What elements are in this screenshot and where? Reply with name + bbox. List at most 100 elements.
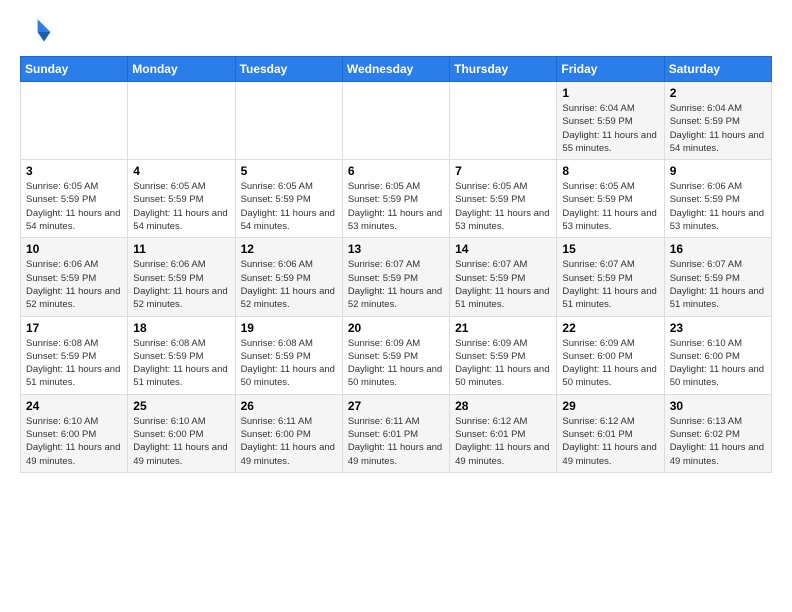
day-info: Sunrise: 6:06 AMSunset: 5:59 PMDaylight:… bbox=[133, 258, 229, 311]
day-number: 20 bbox=[348, 321, 444, 335]
calendar-cell: 29 Sunrise: 6:12 AMSunset: 6:01 PMDayligh… bbox=[557, 394, 664, 472]
calendar-cell: 9 Sunrise: 6:06 AMSunset: 5:59 PMDaylight… bbox=[664, 160, 771, 238]
day-info: Sunrise: 6:08 AMSunset: 5:59 PMDaylight:… bbox=[241, 337, 337, 390]
day-info: Sunrise: 6:07 AMSunset: 5:59 PMDaylight:… bbox=[455, 258, 551, 311]
day-info: Sunrise: 6:06 AMSunset: 5:59 PMDaylight:… bbox=[670, 180, 766, 233]
calendar-cell: 12 Sunrise: 6:06 AMSunset: 5:59 PMDayligh… bbox=[235, 238, 342, 316]
day-info: Sunrise: 6:04 AMSunset: 5:59 PMDaylight:… bbox=[670, 102, 766, 155]
day-number: 2 bbox=[670, 86, 766, 100]
day-info: Sunrise: 6:08 AMSunset: 5:59 PMDaylight:… bbox=[26, 337, 122, 390]
day-info: Sunrise: 6:05 AMSunset: 5:59 PMDaylight:… bbox=[348, 180, 444, 233]
day-number: 19 bbox=[241, 321, 337, 335]
day-number: 22 bbox=[562, 321, 658, 335]
day-info: Sunrise: 6:07 AMSunset: 5:59 PMDaylight:… bbox=[670, 258, 766, 311]
day-number: 30 bbox=[670, 399, 766, 413]
calendar-cell: 3 Sunrise: 6:05 AMSunset: 5:59 PMDaylight… bbox=[21, 160, 128, 238]
day-number: 4 bbox=[133, 164, 229, 178]
day-number: 14 bbox=[455, 242, 551, 256]
calendar-cell bbox=[235, 82, 342, 160]
calendar-table: Sunday Monday Tuesday Wednesday Thursday… bbox=[20, 56, 772, 473]
day-number: 15 bbox=[562, 242, 658, 256]
calendar-cell: 23 Sunrise: 6:10 AMSunset: 6:00 PMDayligh… bbox=[664, 316, 771, 394]
day-number: 25 bbox=[133, 399, 229, 413]
day-info: Sunrise: 6:11 AMSunset: 6:00 PMDaylight:… bbox=[241, 415, 337, 468]
day-info: Sunrise: 6:10 AMSunset: 6:00 PMDaylight:… bbox=[670, 337, 766, 390]
calendar-cell: 25 Sunrise: 6:10 AMSunset: 6:00 PMDayligh… bbox=[128, 394, 235, 472]
calendar-cell: 4 Sunrise: 6:05 AMSunset: 5:59 PMDaylight… bbox=[128, 160, 235, 238]
calendar-cell: 11Sunrise: 6:06 AMSunset: 5:59 PMDayligh… bbox=[128, 238, 235, 316]
calendar-cell: 21 Sunrise: 6:09 AMSunset: 5:59 PMDayligh… bbox=[450, 316, 557, 394]
calendar-cell: 2 Sunrise: 6:04 AMSunset: 5:59 PMDaylight… bbox=[664, 82, 771, 160]
day-number: 5 bbox=[241, 164, 337, 178]
calendar-week-5: 24 Sunrise: 6:10 AMSunset: 6:00 PMDayligh… bbox=[21, 394, 772, 472]
col-monday: Monday bbox=[128, 57, 235, 82]
calendar-cell: 14 Sunrise: 6:07 AMSunset: 5:59 PMDayligh… bbox=[450, 238, 557, 316]
day-info: Sunrise: 6:06 AMSunset: 5:59 PMDaylight:… bbox=[26, 258, 122, 311]
col-wednesday: Wednesday bbox=[342, 57, 449, 82]
day-number: 27 bbox=[348, 399, 444, 413]
logo-icon bbox=[20, 16, 52, 48]
calendar-cell bbox=[342, 82, 449, 160]
day-info: Sunrise: 6:06 AMSunset: 5:59 PMDaylight:… bbox=[241, 258, 337, 311]
calendar-cell: 18Sunrise: 6:08 AMSunset: 5:59 PMDayligh… bbox=[128, 316, 235, 394]
day-number: 26 bbox=[241, 399, 337, 413]
day-number: 24 bbox=[26, 399, 122, 413]
calendar-cell: 6 Sunrise: 6:05 AMSunset: 5:59 PMDaylight… bbox=[342, 160, 449, 238]
calendar-header-row: Sunday Monday Tuesday Wednesday Thursday… bbox=[21, 57, 772, 82]
col-thursday: Thursday bbox=[450, 57, 557, 82]
col-saturday: Saturday bbox=[664, 57, 771, 82]
day-number: 13 bbox=[348, 242, 444, 256]
col-sunday: Sunday bbox=[21, 57, 128, 82]
day-number: 9 bbox=[670, 164, 766, 178]
day-info: Sunrise: 6:11 AMSunset: 6:01 PMDaylight:… bbox=[348, 415, 444, 468]
calendar-cell: 24Sunrise: 6:10 AMSunset: 6:00 PMDayligh… bbox=[21, 394, 128, 472]
day-info: Sunrise: 6:08 AMSunset: 5:59 PMDaylight:… bbox=[133, 337, 229, 390]
day-info: Sunrise: 6:05 AMSunset: 5:59 PMDaylight:… bbox=[26, 180, 122, 233]
calendar-cell: 28 Sunrise: 6:12 AMSunset: 6:01 PMDayligh… bbox=[450, 394, 557, 472]
day-info: Sunrise: 6:07 AMSunset: 5:59 PMDaylight:… bbox=[562, 258, 658, 311]
calendar-week-1: 1 Sunrise: 6:04 AMSunset: 5:59 PMDaylight… bbox=[21, 82, 772, 160]
calendar-cell: 15 Sunrise: 6:07 AMSunset: 5:59 PMDayligh… bbox=[557, 238, 664, 316]
calendar-cell: 10 Sunrise: 6:06 AMSunset: 5:59 PMDayligh… bbox=[21, 238, 128, 316]
day-number: 12 bbox=[241, 242, 337, 256]
day-info: Sunrise: 6:09 AMSunset: 6:00 PMDaylight:… bbox=[562, 337, 658, 390]
calendar-cell bbox=[128, 82, 235, 160]
page: Sunday Monday Tuesday Wednesday Thursday… bbox=[0, 0, 792, 612]
calendar-week-2: 3 Sunrise: 6:05 AMSunset: 5:59 PMDaylight… bbox=[21, 160, 772, 238]
calendar-cell: 26 Sunrise: 6:11 AMSunset: 6:00 PMDayligh… bbox=[235, 394, 342, 472]
day-number: 1 bbox=[562, 86, 658, 100]
day-info: Sunrise: 6:04 AMSunset: 5:59 PMDaylight:… bbox=[562, 102, 658, 155]
calendar-cell: 13 Sunrise: 6:07 AMSunset: 5:59 PMDayligh… bbox=[342, 238, 449, 316]
calendar-week-4: 17 Sunrise: 6:08 AMSunset: 5:59 PMDayligh… bbox=[21, 316, 772, 394]
day-info: Sunrise: 6:05 AMSunset: 5:59 PMDaylight:… bbox=[133, 180, 229, 233]
day-info: Sunrise: 6:07 AMSunset: 5:59 PMDaylight:… bbox=[348, 258, 444, 311]
day-info: Sunrise: 6:12 AMSunset: 6:01 PMDaylight:… bbox=[455, 415, 551, 468]
day-info: Sunrise: 6:05 AMSunset: 5:59 PMDaylight:… bbox=[455, 180, 551, 233]
col-tuesday: Tuesday bbox=[235, 57, 342, 82]
day-number: 29 bbox=[562, 399, 658, 413]
day-number: 23 bbox=[670, 321, 766, 335]
calendar-cell bbox=[21, 82, 128, 160]
day-info: Sunrise: 6:09 AMSunset: 5:59 PMDaylight:… bbox=[455, 337, 551, 390]
day-number: 10 bbox=[26, 242, 122, 256]
calendar-week-3: 10 Sunrise: 6:06 AMSunset: 5:59 PMDayligh… bbox=[21, 238, 772, 316]
day-info: Sunrise: 6:12 AMSunset: 6:01 PMDaylight:… bbox=[562, 415, 658, 468]
col-friday: Friday bbox=[557, 57, 664, 82]
calendar-cell: 30 Sunrise: 6:13 AMSunset: 6:02 PMDayligh… bbox=[664, 394, 771, 472]
calendar-cell: 1 Sunrise: 6:04 AMSunset: 5:59 PMDaylight… bbox=[557, 82, 664, 160]
day-number: 28 bbox=[455, 399, 551, 413]
day-number: 21 bbox=[455, 321, 551, 335]
day-number: 6 bbox=[348, 164, 444, 178]
day-info: Sunrise: 6:05 AMSunset: 5:59 PMDaylight:… bbox=[562, 180, 658, 233]
day-info: Sunrise: 6:10 AMSunset: 6:00 PMDaylight:… bbox=[133, 415, 229, 468]
calendar-cell bbox=[450, 82, 557, 160]
day-info: Sunrise: 6:13 AMSunset: 6:02 PMDaylight:… bbox=[670, 415, 766, 468]
header bbox=[20, 16, 772, 48]
logo bbox=[20, 16, 56, 48]
day-number: 17 bbox=[26, 321, 122, 335]
day-number: 3 bbox=[26, 164, 122, 178]
calendar-cell: 5 Sunrise: 6:05 AMSunset: 5:59 PMDaylight… bbox=[235, 160, 342, 238]
calendar-cell: 7Sunrise: 6:05 AMSunset: 5:59 PMDaylight… bbox=[450, 160, 557, 238]
day-info: Sunrise: 6:05 AMSunset: 5:59 PMDaylight:… bbox=[241, 180, 337, 233]
day-info: Sunrise: 6:09 AMSunset: 5:59 PMDaylight:… bbox=[348, 337, 444, 390]
